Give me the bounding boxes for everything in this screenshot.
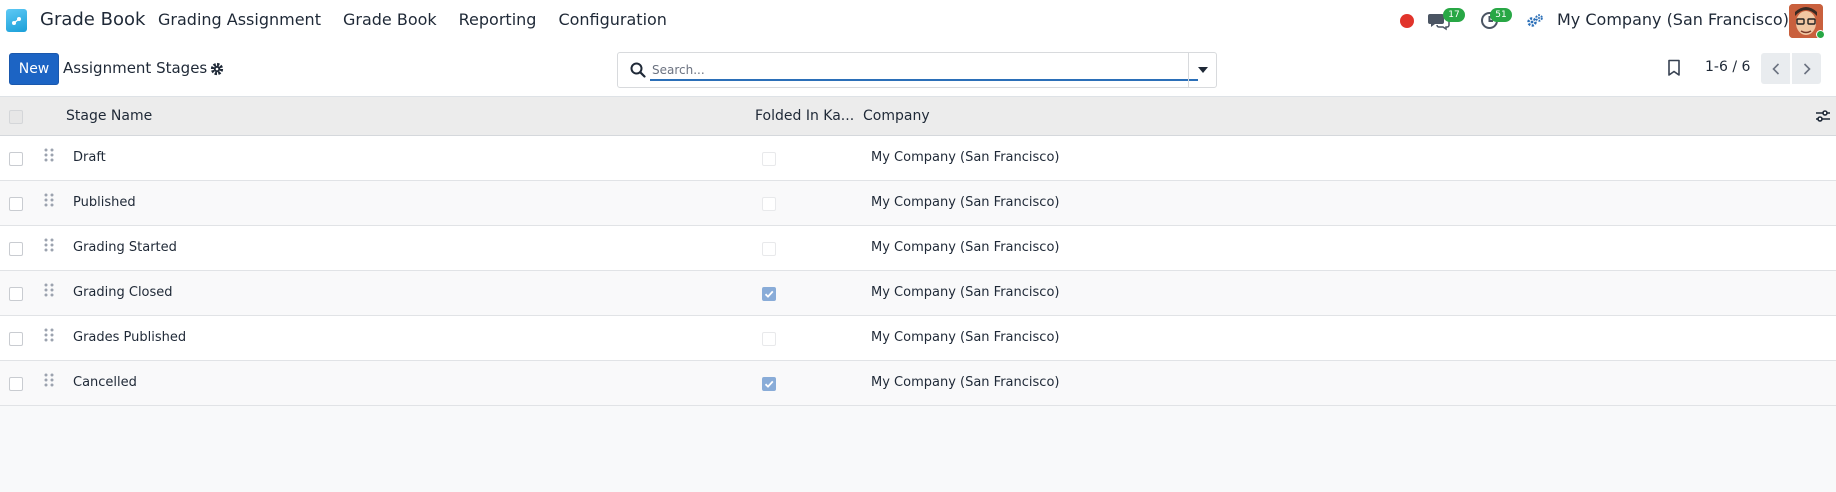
select-all-checkbox[interactable] — [9, 110, 23, 124]
drag-handle-icon[interactable] — [44, 193, 54, 207]
pager-next-button[interactable] — [1792, 53, 1821, 84]
folded-in-kanban-checkbox[interactable] — [762, 197, 776, 211]
stage-name-cell[interactable]: Draft — [73, 150, 106, 165]
folded-in-kanban-checkbox[interactable] — [762, 152, 776, 166]
new-button[interactable]: New — [9, 53, 59, 85]
caret-down-icon — [1198, 67, 1208, 73]
folded-in-kanban-checkbox[interactable] — [762, 377, 776, 391]
activities-count-badge: 51 — [1490, 8, 1512, 22]
drag-handle-icon[interactable] — [44, 238, 54, 252]
gear-icon[interactable] — [210, 62, 224, 76]
stage-name-cell[interactable]: Grading Started — [73, 240, 177, 255]
table-row[interactable]: Grades Published My Company (San Francisc… — [0, 316, 1836, 361]
row-select-checkbox[interactable] — [9, 197, 23, 211]
drag-handle-icon[interactable] — [44, 283, 54, 297]
control-panel: New Assignment Stages 1-6 / 6 — [0, 42, 1836, 96]
company-cell[interactable]: My Company (San Francisco) — [871, 240, 1059, 255]
search-input[interactable] — [650, 60, 1198, 81]
column-folded-in-kanban[interactable]: Folded In Ka... — [755, 108, 854, 124]
folded-in-kanban-checkbox[interactable] — [762, 242, 776, 256]
company-cell[interactable]: My Company (San Francisco) — [871, 375, 1059, 390]
search-options-toggle[interactable] — [1188, 52, 1217, 88]
table-row[interactable]: Cancelled My Company (San Francisco) — [0, 361, 1836, 406]
messages-count-badge: 17 — [1443, 8, 1465, 22]
column-company[interactable]: Company — [863, 108, 930, 124]
row-select-checkbox[interactable] — [9, 377, 23, 391]
breadcrumb: Assignment Stages — [63, 59, 208, 77]
record-indicator-icon[interactable] — [1400, 14, 1414, 28]
app-title[interactable]: Grade Book — [40, 9, 145, 30]
row-select-checkbox[interactable] — [9, 152, 23, 166]
table-row[interactable]: Draft My Company (San Francisco) — [0, 136, 1836, 181]
grade-book-app-icon[interactable] — [6, 9, 27, 32]
row-select-checkbox[interactable] — [9, 242, 23, 256]
pager-previous-button[interactable] — [1761, 53, 1790, 84]
drag-handle-icon[interactable] — [44, 373, 54, 387]
chevron-right-icon — [1803, 62, 1811, 75]
search-icon — [630, 62, 646, 78]
row-select-checkbox[interactable] — [9, 332, 23, 346]
company-cell[interactable]: My Company (San Francisco) — [871, 195, 1059, 210]
menu-configuration[interactable]: Configuration — [558, 10, 667, 29]
table-header: Stage Name Folded In Ka... Company — [0, 96, 1836, 136]
stage-name-cell[interactable]: Grades Published — [73, 330, 186, 345]
switch-company-icon[interactable] — [1526, 12, 1544, 30]
current-company[interactable]: My Company (San Francisco) — [1557, 10, 1789, 29]
company-cell[interactable]: My Company (San Francisco) — [871, 150, 1059, 165]
company-cell[interactable]: My Company (San Francisco) — [871, 330, 1059, 345]
search-box — [617, 52, 1217, 88]
drag-handle-icon[interactable] — [44, 148, 54, 162]
company-cell[interactable]: My Company (San Francisco) — [871, 285, 1059, 300]
stage-name-cell[interactable]: Grading Closed — [73, 285, 173, 300]
bookmark-icon[interactable] — [1667, 59, 1681, 77]
stage-name-cell[interactable]: Cancelled — [73, 375, 137, 390]
column-stage-name[interactable]: Stage Name — [66, 108, 152, 124]
folded-in-kanban-checkbox[interactable] — [762, 332, 776, 346]
main-menu: Grading Assignment Grade Book Reporting … — [158, 10, 689, 29]
pager-value[interactable]: 1-6 / 6 — [1705, 59, 1750, 75]
menu-grade-book[interactable]: Grade Book — [343, 10, 437, 29]
chevron-left-icon — [1771, 62, 1779, 75]
online-status-indicator — [1816, 30, 1825, 39]
menu-reporting[interactable]: Reporting — [459, 10, 537, 29]
table-row[interactable]: Grading Closed My Company (San Francisco) — [0, 271, 1836, 316]
menu-grading-assignment[interactable]: Grading Assignment — [158, 10, 321, 29]
table-row[interactable]: Grading Started My Company (San Francisco… — [0, 226, 1836, 271]
drag-handle-icon[interactable] — [44, 328, 54, 342]
optional-columns-icon[interactable] — [1815, 109, 1831, 123]
stages-list: Stage Name Folded In Ka... Company Draft… — [0, 96, 1836, 406]
row-select-checkbox[interactable] — [9, 287, 23, 301]
folded-in-kanban-checkbox[interactable] — [762, 287, 776, 301]
table-row[interactable]: Published My Company (San Francisco) — [0, 181, 1836, 226]
stage-name-cell[interactable]: Published — [73, 195, 136, 210]
